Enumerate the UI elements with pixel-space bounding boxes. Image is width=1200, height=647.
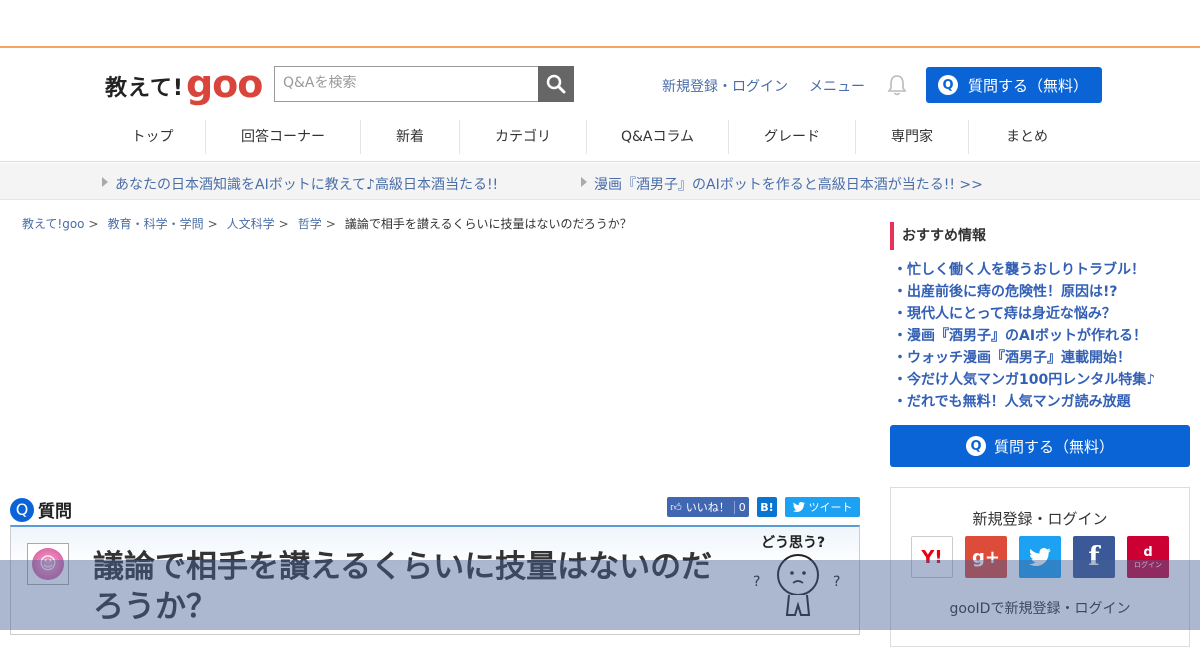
breadcrumb-current: 議論で相手を讃えるくらいに技量はないのだろうか？	[344, 217, 632, 231]
twitter-icon	[792, 502, 805, 512]
nav-new[interactable]: 新着	[361, 120, 460, 154]
like-button[interactable]: 👍︎ いいね！ 0	[667, 497, 749, 517]
recommend-item[interactable]: 今だけ人気マンガ100円レンタル特集♪	[893, 369, 1155, 391]
sidebar-ask-label: 質問する（無料）	[993, 437, 1114, 456]
question-heading: Q 質問	[10, 497, 72, 522]
recommend-title: おすすめ情報	[890, 222, 986, 250]
ask-question-label: 質問する（無料）	[968, 76, 1089, 95]
recommend-item[interactable]: 忙しく働く人を襲うおしりトラブル！	[893, 259, 1155, 281]
thumbs-up-icon: 👍︎	[670, 500, 682, 514]
doushitsu-text: どう思う?	[761, 535, 825, 551]
recommend-item[interactable]: 漫画『酒男子』のAIボットが作れる！	[893, 325, 1155, 347]
like-count: 0	[733, 500, 746, 514]
logo-text: 教えて!	[105, 76, 184, 101]
bell-icon[interactable]	[887, 74, 907, 100]
recommend-item[interactable]: だれでも無料！人気マンガ読み放題	[893, 391, 1155, 413]
breadcrumb: 教えて!goo > 教育・科学・学問 > 人文科学 > 哲学 > 議論で相手を讃えるくらいに技量…	[22, 217, 632, 231]
nav-matome[interactable]: まとめ	[969, 120, 1085, 154]
hatena-bookmark-button[interactable]: B!	[757, 497, 777, 517]
recommend-item[interactable]: 出産前後に痔の危険性！原因は!?	[893, 281, 1155, 303]
question-heading-label: 質問	[38, 502, 72, 522]
nav-grade[interactable]: グレード	[729, 120, 856, 154]
breadcrumb-item-education[interactable]: 教育・科学・学問	[108, 217, 204, 231]
breadcrumb-item-humanities[interactable]: 人文科学	[227, 217, 275, 231]
promo-bar: あなたの日本酒知識をAIボットに教えて♪高級日本酒当たる!! 漫画『酒男子』のA…	[0, 163, 1200, 200]
main-nav: トップ 回答コーナー 新着 カテゴリ Q&Aコラム グレード 専門家 まとめ	[100, 120, 1085, 154]
recommend-list: 忙しく働く人を襲うおしりトラブル！ 出産前後に痔の危険性！原因は!? 現代人にと…	[893, 259, 1155, 413]
sidebar-ask-button[interactable]: Q 質問する（無料）	[890, 425, 1190, 467]
site-logo[interactable]: 教えて! goo	[105, 62, 263, 106]
nav-expert[interactable]: 専門家	[856, 120, 969, 154]
logo-goo: goo	[185, 62, 263, 106]
login-box-title: 新規登録・ログイン	[972, 510, 1108, 528]
tweet-label: ツイート	[808, 501, 853, 514]
search-button[interactable]	[538, 66, 574, 102]
q-icon: Q	[965, 436, 986, 456]
tweet-button[interactable]: ツイート	[785, 497, 860, 517]
search-input[interactable]: Q&Aを検索	[274, 66, 538, 102]
promo-link-1[interactable]: あなたの日本酒知識をAIボットに教えて♪高級日本酒当たる!!	[101, 174, 498, 194]
login-link[interactable]: 新規登録・ログイン	[662, 76, 788, 96]
promo-link-2[interactable]: 漫画『酒男子』のAIボットを作ると高級日本酒が当たる!! >>	[581, 174, 983, 194]
q-icon: Q	[938, 75, 958, 95]
bottom-overlay	[0, 560, 1200, 630]
breadcrumb-item-philosophy[interactable]: 哲学	[298, 217, 322, 231]
nav-qa-column[interactable]: Q&Aコラム	[587, 120, 729, 154]
search-icon	[546, 74, 566, 94]
nav-top[interactable]: トップ	[100, 120, 206, 154]
q-icon: Q	[10, 497, 34, 522]
nav-answer-corner[interactable]: 回答コーナー	[206, 120, 361, 154]
like-label: いいね！	[685, 501, 730, 514]
menu-link[interactable]: メニュー	[809, 76, 865, 96]
site-header: 教えて! goo Q&Aを検索 新規登録・ログイン メニュー Q 質問する（無料…	[0, 50, 1200, 162]
top-ad-strip	[0, 0, 1200, 48]
breadcrumb-item-home[interactable]: 教えて!goo	[22, 217, 85, 231]
ask-question-button[interactable]: Q 質問する（無料）	[926, 67, 1102, 103]
recommend-item[interactable]: ウォッチ漫画『酒男子』連載開始！	[893, 347, 1155, 369]
recommend-item[interactable]: 現代人にとって痔は身近な悩み？	[893, 303, 1155, 325]
nav-category[interactable]: カテゴリ	[460, 120, 587, 154]
